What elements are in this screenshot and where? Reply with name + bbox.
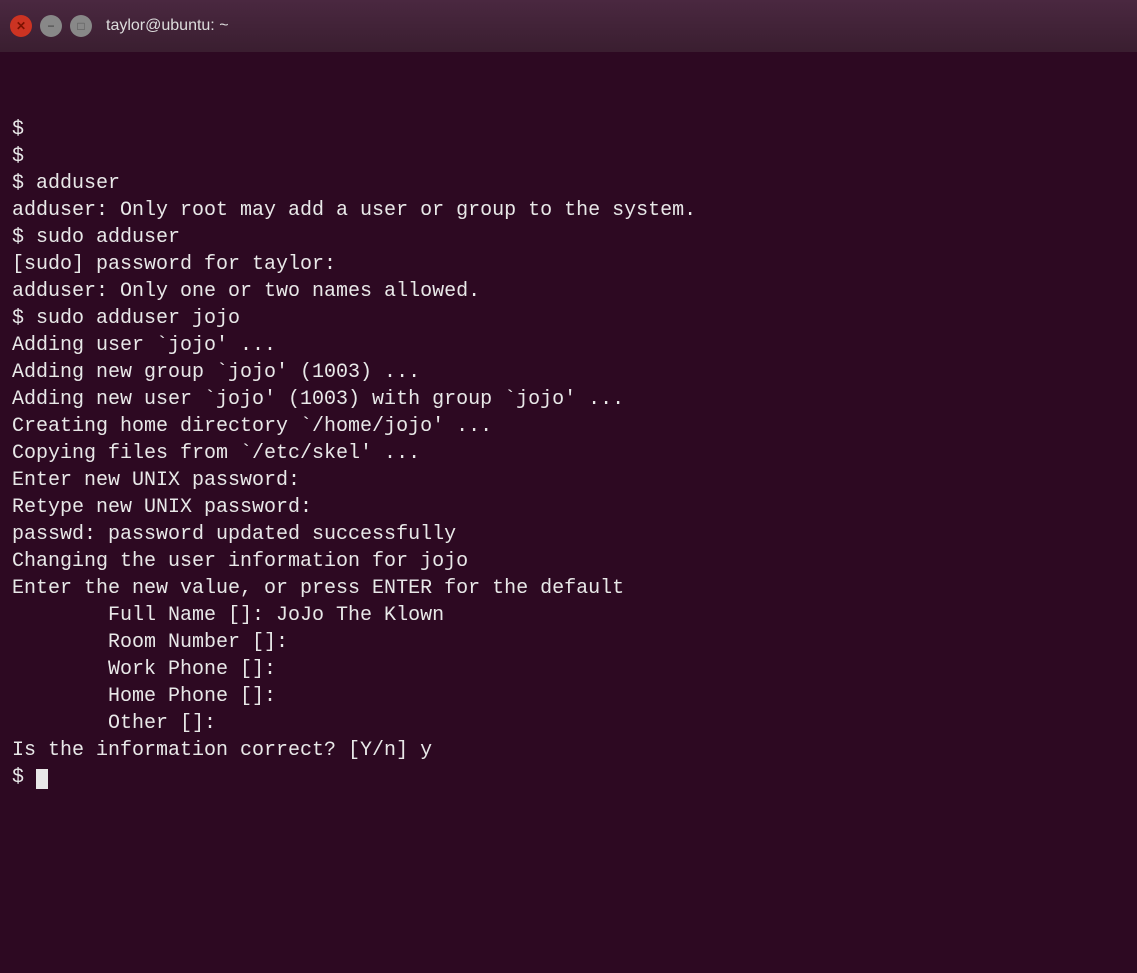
terminal-line: adduser: Only root may add a user or gro… <box>12 197 1125 224</box>
terminal-line: Creating home directory `/home/jojo' ... <box>12 413 1125 440</box>
close-icon: ✕ <box>16 19 26 33</box>
maximize-icon: □ <box>77 19 84 33</box>
terminal-line: Changing the user information for jojo <box>12 548 1125 575</box>
terminal-line: Home Phone []: <box>12 683 1125 710</box>
terminal-line: $ <box>12 143 1125 170</box>
terminal-cursor <box>36 769 48 789</box>
terminal-line: Retype new UNIX password: <box>12 494 1125 521</box>
window-title: taylor@ubuntu: ~ <box>106 17 229 35</box>
terminal-line: $ sudo adduser <box>12 224 1125 251</box>
terminal-line: $ sudo adduser jojo <box>12 305 1125 332</box>
terminal-line: Full Name []: JoJo The Klown <box>12 602 1125 629</box>
terminal-output: $$$ adduseradduser: Only root may add a … <box>12 116 1125 791</box>
terminal-line: Work Phone []: <box>12 656 1125 683</box>
close-button[interactable]: ✕ <box>10 15 32 37</box>
terminal-line: Adding user `jojo' ... <box>12 332 1125 359</box>
terminal-window: ✕ − □ taylor@ubuntu: ~ $$$ adduseradduse… <box>0 0 1137 973</box>
minimize-button[interactable]: − <box>40 15 62 37</box>
terminal-line: Adding new user `jojo' (1003) with group… <box>12 386 1125 413</box>
maximize-button[interactable]: □ <box>70 15 92 37</box>
terminal-line: $ <box>12 764 1125 791</box>
terminal-line: adduser: Only one or two names allowed. <box>12 278 1125 305</box>
terminal-line: $ adduser <box>12 170 1125 197</box>
terminal-line: Enter new UNIX password: <box>12 467 1125 494</box>
terminal-line: Other []: <box>12 710 1125 737</box>
terminal-line: Enter the new value, or press ENTER for … <box>12 575 1125 602</box>
terminal-line: [sudo] password for taylor: <box>12 251 1125 278</box>
terminal-line: Adding new group `jojo' (1003) ... <box>12 359 1125 386</box>
terminal-line: $ <box>12 116 1125 143</box>
terminal-line: Is the information correct? [Y/n] y <box>12 737 1125 764</box>
titlebar: ✕ − □ taylor@ubuntu: ~ <box>0 0 1137 52</box>
terminal-body[interactable]: $$$ adduseradduser: Only root may add a … <box>0 52 1137 973</box>
terminal-line: Room Number []: <box>12 629 1125 656</box>
minimize-icon: − <box>47 19 54 33</box>
terminal-line: Copying files from `/etc/skel' ... <box>12 440 1125 467</box>
terminal-line: passwd: password updated successfully <box>12 521 1125 548</box>
